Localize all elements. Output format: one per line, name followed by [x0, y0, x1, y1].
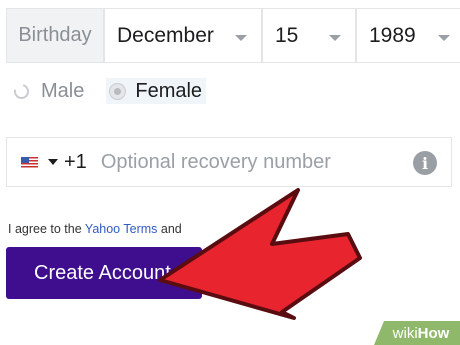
country-code: +1: [64, 150, 87, 173]
terms-prefix: I agree to the: [8, 222, 82, 236]
radio-unchecked-icon[interactable]: [11, 80, 32, 102]
birthday-day-value: 15: [275, 23, 299, 47]
terms-text: I agree to the Yahoo Terms and: [8, 222, 182, 236]
birthday-label: Birthday: [6, 8, 104, 63]
us-flag-icon[interactable]: [21, 156, 38, 168]
gender-male-option[interactable]: Male: [11, 79, 85, 103]
recovery-phone-field: +1 i: [6, 137, 452, 187]
terms-suffix: and: [160, 222, 182, 236]
wikihow-wiki-text: wiki: [392, 324, 418, 342]
chevron-down-icon: [329, 35, 341, 41]
birthday-month-select[interactable]: December: [104, 8, 262, 63]
gender-female-option[interactable]: Female: [106, 78, 207, 104]
gender-male-label: Male: [41, 79, 85, 102]
birthday-year-select[interactable]: 1989: [356, 8, 460, 63]
create-account-button[interactable]: Create Account: [6, 247, 202, 299]
info-icon[interactable]: i: [413, 151, 437, 175]
wikihow-how-text: How: [417, 324, 450, 342]
chevron-down-icon: [235, 35, 247, 41]
wikihow-watermark: wiki How: [374, 321, 460, 345]
chevron-down-icon: [438, 35, 450, 41]
gender-female-label: Female: [135, 79, 203, 102]
birthday-year-value: 1989: [369, 23, 416, 47]
yahoo-terms-link[interactable]: Yahoo Terms: [85, 222, 158, 236]
recovery-phone-input[interactable]: [100, 150, 391, 174]
birthday-day-select[interactable]: 15: [262, 8, 356, 63]
radio-checked-icon[interactable]: [110, 83, 126, 99]
birthday-month-value: December: [117, 23, 214, 47]
gender-options: Male Female: [11, 78, 207, 104]
caret-down-icon[interactable]: [48, 159, 58, 165]
